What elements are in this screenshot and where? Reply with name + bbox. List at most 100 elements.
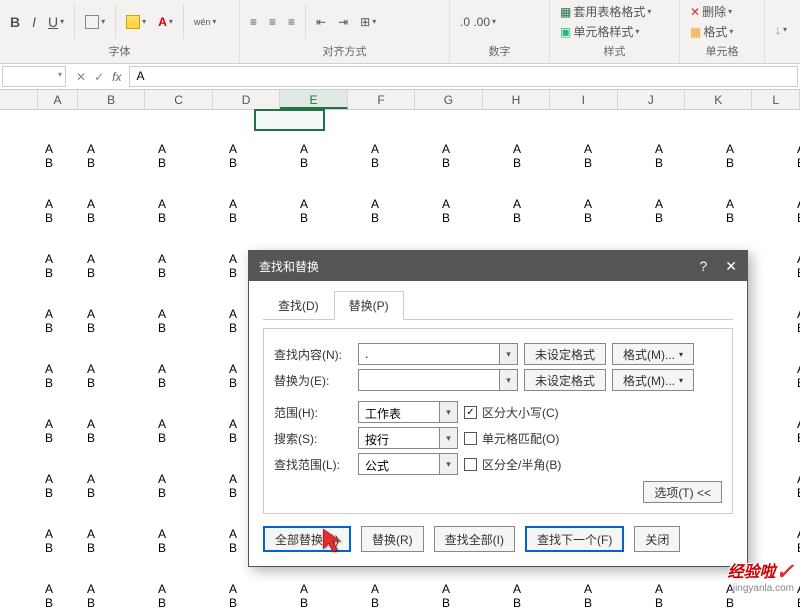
column-header[interactable]: J <box>618 90 685 109</box>
find-next-button[interactable]: 查找下一个(F) <box>525 526 624 552</box>
cell[interactable]: A B <box>85 360 97 392</box>
cell[interactable]: A B <box>440 140 452 172</box>
editing-button[interactable]: ↓▾ <box>771 22 791 38</box>
underline-button[interactable]: U▾ <box>44 13 68 31</box>
cell[interactable]: A B <box>156 415 168 447</box>
options-button[interactable]: 选项(T) << <box>643 481 722 503</box>
cell[interactable]: A B <box>298 195 310 227</box>
cell[interactable]: A B <box>582 580 594 612</box>
cell[interactable]: A B <box>795 525 800 557</box>
cell[interactable]: A B <box>156 250 168 282</box>
cell[interactable]: A B <box>227 360 239 392</box>
cell[interactable]: A B <box>298 580 310 612</box>
column-header[interactable]: L <box>752 90 800 109</box>
column-header[interactable]: H <box>483 90 550 109</box>
cell[interactable]: A B <box>795 250 800 282</box>
cell[interactable]: A B <box>85 195 97 227</box>
cell[interactable]: A B <box>43 415 55 447</box>
close-icon[interactable]: ✕ <box>725 258 737 275</box>
cell[interactable]: A B <box>85 250 97 282</box>
cell[interactable]: A B <box>795 140 800 172</box>
align-bottom-button[interactable]: ≡ <box>284 14 299 30</box>
scope-select[interactable]: 工作表▾ <box>358 401 458 423</box>
chevron-down-icon[interactable]: ▾ <box>499 370 517 390</box>
cell[interactable]: A B <box>724 195 736 227</box>
cell[interactable]: A B <box>85 140 97 172</box>
find-what-input[interactable]: .▾ <box>358 343 518 365</box>
find-all-button[interactable]: 查找全部(I) <box>434 526 515 552</box>
column-header[interactable]: E <box>280 90 347 109</box>
enter-formula-icon[interactable]: ✓ <box>94 70 104 84</box>
cell[interactable]: A B <box>795 195 800 227</box>
merge-button[interactable]: ⊞▾ <box>356 14 380 30</box>
cell[interactable]: A B <box>227 250 239 282</box>
cell[interactable]: A B <box>227 140 239 172</box>
fx-label[interactable]: fx <box>112 70 121 84</box>
column-header[interactable]: D <box>213 90 280 109</box>
cell[interactable]: A B <box>156 195 168 227</box>
cell[interactable]: A B <box>156 305 168 337</box>
replace-format-button[interactable]: 格式(M)...▾ <box>612 369 694 391</box>
cell[interactable]: A B <box>43 195 55 227</box>
cell[interactable]: A B <box>227 305 239 337</box>
cell[interactable]: A B <box>582 140 594 172</box>
column-header[interactable]: B <box>78 90 145 109</box>
cell[interactable]: A B <box>43 525 55 557</box>
replace-with-input[interactable]: ▾ <box>358 369 518 391</box>
match-entire-cell-checkbox[interactable]: 单元格匹配(O) <box>464 430 559 447</box>
match-byte-checkbox[interactable]: 区分全/半角(B) <box>464 456 561 473</box>
cell[interactable]: A B <box>582 195 594 227</box>
name-box[interactable] <box>2 66 66 87</box>
cell[interactable]: A B <box>156 360 168 392</box>
cell[interactable]: A B <box>85 580 97 612</box>
cell-styles-button[interactable]: ▣ 单元格样式▾ <box>556 22 643 41</box>
cell[interactable]: A B <box>795 305 800 337</box>
cell[interactable]: A B <box>440 195 452 227</box>
cell[interactable]: A B <box>298 140 310 172</box>
delete-button[interactable]: ✕ 删除▾ <box>686 2 736 21</box>
cell[interactable]: A B <box>369 195 381 227</box>
cell[interactable]: A B <box>85 470 97 502</box>
number-format-button[interactable]: .0 .00▾ <box>456 14 500 30</box>
cell[interactable]: A B <box>653 195 665 227</box>
phonetic-button[interactable]: wén▾ <box>190 16 221 28</box>
cell[interactable]: A B <box>227 415 239 447</box>
cell[interactable]: A B <box>795 470 800 502</box>
font-color-button[interactable]: A▾ <box>154 14 177 30</box>
cell[interactable]: A B <box>43 470 55 502</box>
cell[interactable]: A B <box>369 580 381 612</box>
cell[interactable]: A B <box>85 525 97 557</box>
indent-decrease-button[interactable]: ⇤ <box>312 14 330 30</box>
search-select[interactable]: 按行▾ <box>358 427 458 449</box>
cell[interactable]: A B <box>85 415 97 447</box>
cell[interactable]: A B <box>511 580 523 612</box>
format-button[interactable]: ▦ 格式▾ <box>686 22 737 41</box>
cell[interactable]: A B <box>43 140 55 172</box>
cell[interactable]: A B <box>795 360 800 392</box>
formula-input[interactable]: A <box>129 66 798 87</box>
align-middle-button[interactable]: ≡ <box>265 14 280 30</box>
column-header[interactable]: F <box>348 90 415 109</box>
cell[interactable]: A B <box>653 580 665 612</box>
cell[interactable]: A B <box>156 580 168 612</box>
indent-increase-button[interactable]: ⇥ <box>334 14 352 30</box>
close-button[interactable]: 关闭 <box>634 526 680 552</box>
cancel-formula-icon[interactable]: ✕ <box>76 70 86 84</box>
column-header[interactable]: I <box>550 90 617 109</box>
lookin-select[interactable]: 公式▾ <box>358 453 458 475</box>
dialog-titlebar[interactable]: 查找和替换 ? ✕ <box>249 251 747 281</box>
fill-color-button[interactable]: ▾ <box>122 14 150 30</box>
cell[interactable]: A B <box>369 140 381 172</box>
column-header[interactable]: G <box>415 90 482 109</box>
cell[interactable]: A B <box>43 580 55 612</box>
cell[interactable]: A B <box>43 305 55 337</box>
cell[interactable]: A B <box>156 470 168 502</box>
cell[interactable]: A B <box>511 195 523 227</box>
cell[interactable]: A B <box>653 140 665 172</box>
column-header[interactable]: K <box>685 90 752 109</box>
cell[interactable]: A B <box>795 415 800 447</box>
help-icon[interactable]: ? <box>699 258 707 275</box>
chevron-down-icon[interactable]: ▾ <box>439 402 457 422</box>
column-header[interactable]: C <box>145 90 212 109</box>
cell[interactable]: A B <box>440 580 452 612</box>
